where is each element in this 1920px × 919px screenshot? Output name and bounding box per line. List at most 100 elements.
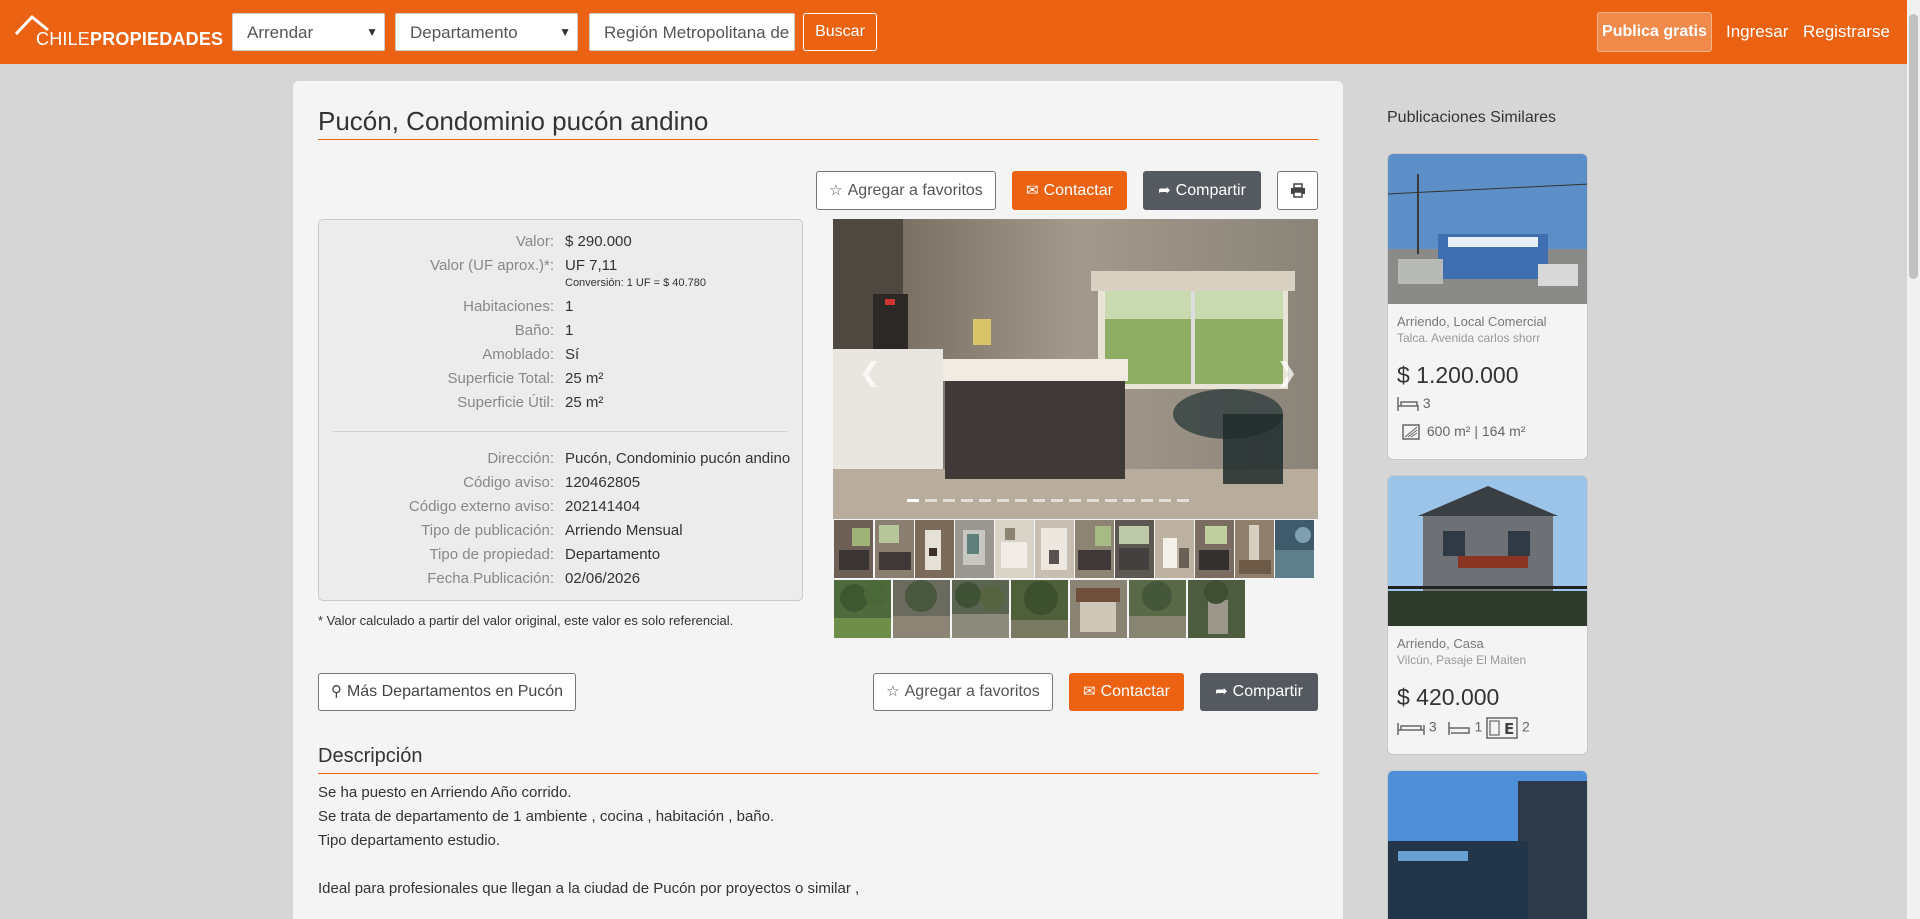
carousel-dot[interactable] bbox=[1177, 499, 1189, 502]
gallery-thumbnail[interactable] bbox=[952, 580, 1009, 638]
search-button[interactable]: Buscar bbox=[803, 13, 877, 51]
detail-value: 1 bbox=[565, 298, 574, 315]
similar-listing-card[interactable]: Arriendo, Casa Vilcún, Pasaje El Maiten … bbox=[1387, 475, 1588, 755]
detail-row: Superficie Total: 25 m² bbox=[319, 370, 804, 390]
svg-text:E: E bbox=[1504, 720, 1514, 738]
gallery-thumbnail[interactable] bbox=[995, 520, 1034, 578]
carousel-indicators[interactable] bbox=[907, 489, 1195, 502]
similar-listing-features: 3 bbox=[1397, 395, 1431, 413]
gallery-thumbnail[interactable] bbox=[1275, 520, 1314, 578]
similar-listing-card[interactable]: Arriendo, Local Comercial Talca. Avenida… bbox=[1387, 153, 1588, 460]
operation-select[interactable]: Arrendar ▼ bbox=[232, 13, 385, 51]
share-button[interactable]: ➦ Compartir bbox=[1143, 171, 1261, 210]
gallery-thumbnail[interactable] bbox=[893, 580, 950, 638]
carousel-dot[interactable] bbox=[1123, 499, 1135, 502]
share-button-bottom[interactable]: ➦ Compartir bbox=[1200, 673, 1318, 711]
similar-listing-card[interactable] bbox=[1387, 770, 1588, 919]
contact-button[interactable]: ✉ Contactar bbox=[1012, 171, 1127, 210]
title-divider bbox=[318, 139, 1318, 140]
detail-value: 120462805 bbox=[565, 474, 641, 491]
description-line: Se trata de departamento de 1 ambiente ,… bbox=[318, 808, 775, 825]
feature-value: 3 bbox=[1422, 395, 1431, 411]
carousel-dot[interactable] bbox=[1051, 499, 1063, 502]
carousel-dot[interactable] bbox=[997, 499, 1009, 502]
similar-listing-photo bbox=[1388, 154, 1587, 304]
property-details-panel: Valor: $ 290.000 Valor (UF aprox.)*: UF 7,… bbox=[318, 219, 803, 601]
similar-listing-area: 600 m² | 164 m² bbox=[1397, 423, 1525, 441]
carousel-dot[interactable] bbox=[1159, 499, 1171, 502]
login-link[interactable]: Ingresar bbox=[1726, 22, 1788, 42]
carousel-prev-arrow[interactable]: ❮ bbox=[859, 357, 881, 388]
gallery-thumbnail[interactable] bbox=[1075, 520, 1114, 578]
contact-label: Contactar bbox=[1100, 683, 1170, 700]
detail-value: UF 7,11 bbox=[565, 257, 618, 274]
gallery-thumbnail[interactable] bbox=[1235, 520, 1274, 578]
carousel-dot[interactable] bbox=[1015, 499, 1027, 502]
carousel-dot[interactable] bbox=[1087, 499, 1099, 502]
detail-label: Tipo de publicación: bbox=[421, 522, 554, 539]
gallery-thumbnail[interactable] bbox=[1115, 520, 1154, 578]
photo-carousel[interactable]: ❮ ❯ bbox=[833, 219, 1318, 519]
carousel-dot[interactable] bbox=[1033, 499, 1045, 502]
logo-text-propiedades: PROPIEDADES bbox=[90, 29, 224, 49]
gallery-thumbnail[interactable] bbox=[875, 520, 914, 578]
gallery-thumbnail[interactable] bbox=[1188, 580, 1245, 638]
chevron-down-icon: ▼ bbox=[366, 25, 378, 39]
carousel-dot[interactable] bbox=[1069, 499, 1081, 502]
bathrooms-value: 1 bbox=[1474, 718, 1483, 735]
bath-icon bbox=[1447, 722, 1470, 735]
gallery-thumbnail[interactable] bbox=[955, 520, 994, 578]
carousel-dot[interactable] bbox=[907, 499, 919, 502]
print-icon bbox=[1290, 183, 1305, 198]
detail-row: Código aviso: 120462805 bbox=[319, 474, 804, 494]
gallery-thumbnail[interactable] bbox=[834, 580, 891, 638]
gallery-thumbnail[interactable] bbox=[1035, 520, 1074, 578]
more-apartments-label: Más Departamentos en Pucón bbox=[346, 683, 564, 700]
carousel-dot[interactable] bbox=[961, 499, 973, 502]
gallery-thumbnail[interactable] bbox=[1195, 520, 1234, 578]
detail-label: Baño: bbox=[514, 322, 554, 339]
carousel-dot[interactable] bbox=[1141, 499, 1153, 502]
carousel-dot[interactable] bbox=[979, 499, 991, 502]
detail-row: Habitaciones: 1 bbox=[319, 298, 804, 318]
add-favorite-button[interactable]: ☆ Agregar a favoritos bbox=[816, 171, 996, 210]
property-type-select[interactable]: Departamento ▼ bbox=[395, 13, 578, 51]
contact-button-bottom[interactable]: ✉ Contactar bbox=[1069, 673, 1184, 711]
share-icon: ➦ bbox=[1158, 182, 1171, 199]
location-input[interactable]: Región Metropolitana de bbox=[589, 13, 795, 51]
similar-listings-heading: Publicaciones Similares bbox=[1387, 109, 1556, 126]
site-logo[interactable]: CHILEPROPIEDADES bbox=[14, 14, 223, 50]
detail-value: Arriendo Mensual bbox=[565, 522, 683, 539]
detail-row: Código externo aviso: 202141404 bbox=[319, 498, 804, 518]
gallery-thumbnail[interactable] bbox=[834, 520, 873, 578]
gallery-thumbnail[interactable] bbox=[1011, 580, 1068, 638]
detail-row: Valor: $ 290.000 bbox=[319, 233, 804, 253]
more-apartments-button[interactable]: ⚲ Más Departamentos en Pucón bbox=[318, 673, 576, 711]
description-line: Se ha puesto en Arriendo Año corrido. bbox=[318, 784, 572, 801]
carousel-dot[interactable] bbox=[943, 499, 955, 502]
share-label: Compartir bbox=[1232, 683, 1303, 700]
operation-select-value: Arrendar bbox=[247, 23, 314, 42]
location-input-value: Región Metropolitana de bbox=[604, 23, 790, 42]
detail-row: Superficie Útil: 25 m² bbox=[319, 394, 804, 414]
publish-button[interactable]: Publica gratis bbox=[1597, 12, 1712, 52]
gallery-thumbnail[interactable] bbox=[1155, 520, 1194, 578]
gallery-thumbnail[interactable] bbox=[1070, 580, 1127, 638]
area-icon bbox=[1402, 424, 1420, 441]
envelope-icon: ✉ bbox=[1026, 182, 1039, 199]
gallery-thumbnail[interactable] bbox=[1129, 580, 1186, 638]
gallery-thumbnail[interactable] bbox=[915, 520, 954, 578]
register-link[interactable]: Registrarse bbox=[1803, 22, 1890, 42]
detail-value: 25 m² bbox=[565, 394, 604, 411]
parking-value: 2 bbox=[1522, 718, 1530, 735]
print-button[interactable] bbox=[1277, 171, 1318, 210]
detail-value: Pucón, Condominio pucón andino bbox=[565, 450, 791, 467]
detail-row: Tipo de propiedad: Departamento bbox=[319, 546, 804, 566]
carousel-dot[interactable] bbox=[925, 499, 937, 502]
add-favorite-button-bottom[interactable]: ☆ Agregar a favoritos bbox=[873, 673, 1053, 711]
detail-label: Valor: bbox=[515, 233, 554, 250]
scrollbar-thumb[interactable] bbox=[1909, 14, 1918, 279]
detail-row: Amoblado: Sí bbox=[319, 346, 804, 366]
carousel-next-arrow[interactable]: ❯ bbox=[1276, 357, 1298, 388]
carousel-dot[interactable] bbox=[1105, 499, 1117, 502]
